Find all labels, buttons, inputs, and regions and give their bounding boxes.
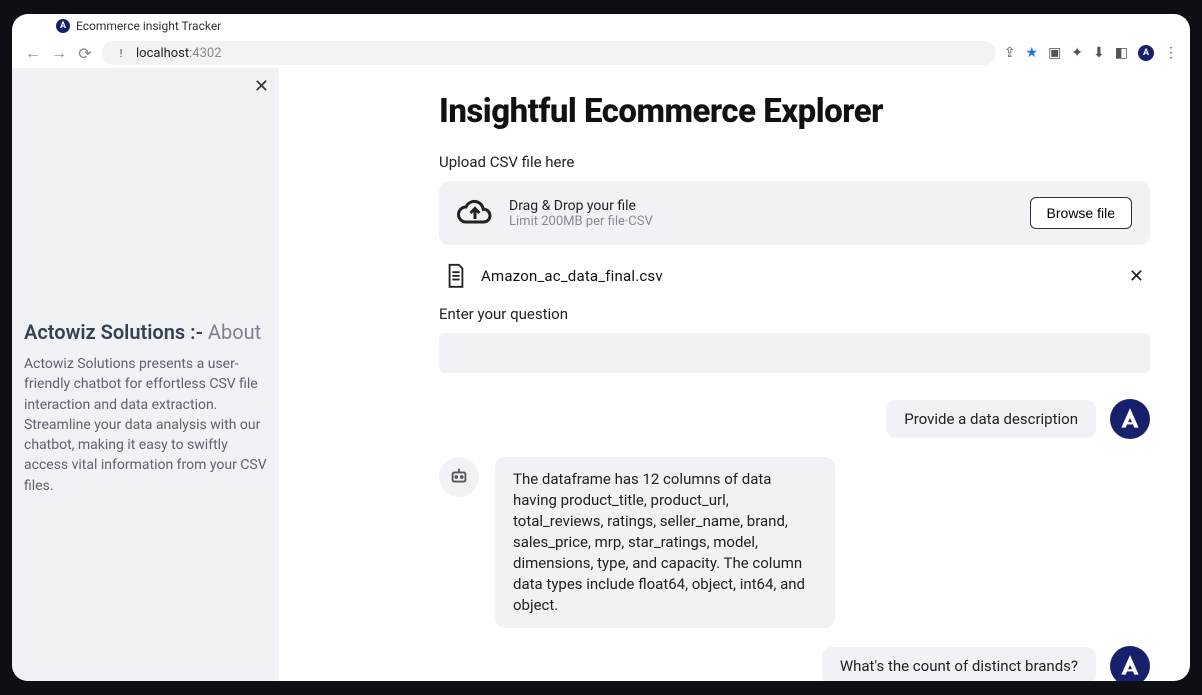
upload-texts: Drag & Drop your file Limit 200MB per fi… (509, 198, 1014, 229)
uploaded-file-name: Amazon_ac_data_final.csv (481, 267, 1115, 285)
profile-icon[interactable]: A (1138, 45, 1154, 61)
browser-window: A Ecommerce insight Tracker ← → ⟳ ! loca… (12, 14, 1190, 681)
url-host: localhost (136, 46, 189, 61)
sidebar-title-strong: Actowiz Solutions :- (24, 320, 208, 344)
chat-bubble-user: Provide a data description (886, 400, 1096, 438)
chat-row-user: What's the count of distinct brands? (439, 646, 1150, 681)
upload-secondary-text: Limit 200MB per file·CSV (509, 214, 1014, 229)
chat-log: Provide a data description The dataframe… (439, 399, 1150, 681)
user-avatar-icon (1110, 399, 1150, 439)
browser-toolbar: ← → ⟳ ! localhost:4302 ⇪ ★ ▣ ✦ ⬇ ◧ A ⋮ (12, 38, 1190, 68)
question-input[interactable] (439, 333, 1150, 373)
menu-dots-icon[interactable]: ⋮ (1164, 45, 1178, 61)
question-block: Enter your question (439, 305, 1150, 373)
sidebar-title-light: About (208, 320, 261, 344)
share-icon[interactable]: ⇪ (1004, 45, 1016, 61)
sidebar-close-icon[interactable]: ✕ (254, 76, 269, 97)
remove-file-icon[interactable]: ✕ (1129, 266, 1144, 287)
bookmark-star-icon[interactable]: ★ (1026, 45, 1039, 61)
upload-label: Upload CSV file here (439, 153, 1150, 171)
page-title: Insightful Ecommerce Explorer (439, 92, 1150, 131)
input-label: Enter your question (439, 305, 1150, 323)
nav-reload-icon[interactable]: ⟳ (76, 44, 94, 63)
file-icon (445, 263, 467, 289)
url-port: :4302 (189, 46, 221, 61)
uploaded-file-row: Amazon_ac_data_final.csv ✕ (439, 261, 1150, 303)
nav-back-icon[interactable]: ← (24, 43, 42, 63)
app-content: ✕ Actowiz Solutions :- About Actowiz Sol… (12, 68, 1190, 681)
cloud-upload-icon (457, 195, 493, 231)
download-icon[interactable]: ⬇ (1093, 45, 1105, 61)
sidebar: ✕ Actowiz Solutions :- About Actowiz Sol… (12, 68, 279, 681)
tab-favicon: A (56, 19, 70, 33)
browse-file-button[interactable]: Browse file (1030, 197, 1132, 229)
address-bar[interactable]: ! localhost:4302 (102, 41, 996, 65)
browser-tab-bar: A Ecommerce insight Tracker (12, 14, 1190, 38)
bot-avatar-icon (439, 457, 479, 497)
chat-row-user: Provide a data description (439, 399, 1150, 439)
site-info-icon[interactable]: ! (112, 47, 130, 60)
nav-forward-icon[interactable]: → (50, 43, 68, 63)
user-avatar-icon (1110, 646, 1150, 681)
panel-icon[interactable]: ◧ (1115, 45, 1128, 61)
upload-primary-text: Drag & Drop your file (509, 198, 1014, 214)
extensions-icon[interactable]: ✦ (1071, 45, 1083, 61)
toolbar-right-icons: ⇪ ★ ▣ ✦ ⬇ ◧ A ⋮ (1004, 45, 1178, 61)
camera-icon[interactable]: ▣ (1048, 45, 1061, 61)
sidebar-description: Actowiz Solutions presents a user-friend… (24, 354, 267, 496)
main-panel: Insightful Ecommerce Explorer Upload CSV… (279, 68, 1190, 681)
chat-bubble-user: What's the count of distinct brands? (822, 647, 1096, 681)
sidebar-title: Actowiz Solutions :- About (24, 320, 267, 344)
chat-row-bot: The dataframe has 12 columns of data hav… (439, 457, 1150, 628)
upload-dropzone[interactable]: Drag & Drop your file Limit 200MB per fi… (439, 181, 1150, 245)
chat-bubble-bot: The dataframe has 12 columns of data hav… (495, 457, 835, 628)
tab-title: Ecommerce insight Tracker (76, 19, 221, 33)
